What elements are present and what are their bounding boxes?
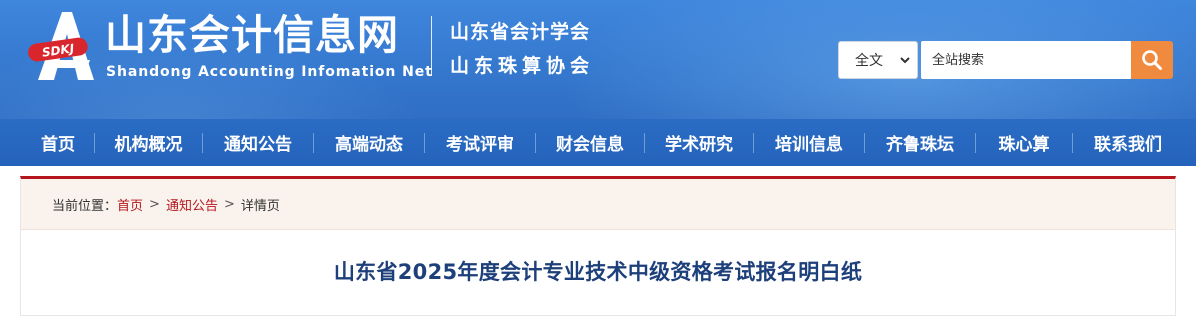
- association-name-accounting: 山东省会计学会: [450, 21, 591, 43]
- breadcrumb-separator: >: [149, 196, 160, 212]
- search-scope-value: 全文: [855, 53, 883, 69]
- breadcrumb: 当前位置： 首页 > 通知公告 > 详情页: [21, 179, 1175, 230]
- nav-item-contact[interactable]: 联系我们: [1073, 119, 1183, 166]
- search-icon: [1142, 50, 1162, 70]
- site-name-english: Shandong Accounting Infomation Net: [106, 64, 433, 80]
- search-scope-select[interactable]: 全文: [838, 41, 918, 79]
- nav-item-exams[interactable]: 考试评审: [425, 119, 535, 166]
- header-divider: [431, 16, 432, 76]
- article-title: 山东省2025年度会计专业技术中级资格考试报名明白纸: [333, 260, 863, 284]
- article-container: 当前位置： 首页 > 通知公告 > 详情页 山东省2025年度会计专业技术中级资…: [20, 176, 1176, 316]
- nav-item-forum[interactable]: 齐鲁珠坛: [865, 119, 975, 166]
- nav-item-training[interactable]: 培训信息: [754, 119, 864, 166]
- site-name[interactable]: 山东会计信息网: [105, 10, 399, 60]
- search-button[interactable]: [1131, 41, 1173, 79]
- breadcrumb-home-link[interactable]: 首页: [117, 195, 143, 214]
- nav-item-research[interactable]: 学术研究: [645, 119, 753, 166]
- nav-item-finance-info[interactable]: 财会信息: [536, 119, 644, 166]
- nav-item-mental-abacus[interactable]: 珠心算: [976, 119, 1072, 166]
- breadcrumb-section-link[interactable]: 通知公告: [166, 195, 218, 214]
- breadcrumb-current: 详情页: [240, 198, 280, 214]
- site-logo-icon[interactable]: SDKJ: [24, 10, 100, 82]
- nav-item-news[interactable]: 高端动态: [314, 119, 424, 166]
- nav-item-home[interactable]: 首页: [22, 119, 94, 166]
- association-name-abacus: 山东珠算协会: [450, 55, 595, 77]
- main-nav: 首页 机构概况 通知公告 高端动态 考试评审 财会信息 学术研究 培训信息 齐鲁…: [0, 119, 1196, 166]
- breadcrumb-separator: >: [223, 196, 235, 212]
- chevron-down-icon: [900, 57, 910, 64]
- nav-item-about[interactable]: 机构概况: [95, 119, 202, 166]
- breadcrumb-prefix: 当前位置：: [52, 198, 118, 214]
- site-header: SDKJ 山东会计信息网 Shandong Accounting Infomat…: [0, 0, 1196, 119]
- search-input[interactable]: [921, 41, 1132, 79]
- nav-item-notices[interactable]: 通知公告: [203, 119, 313, 166]
